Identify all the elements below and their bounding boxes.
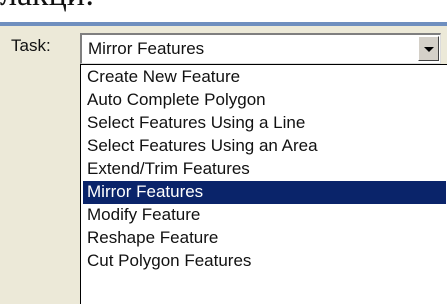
chevron-down-icon: [424, 47, 434, 52]
task-dropdown-list[interactable]: Create New Feature Auto Complete Polygon…: [80, 64, 447, 304]
dropdown-button[interactable]: [418, 36, 439, 61]
task-label: Task:: [11, 36, 51, 55]
toolbar-top-border: [0, 22, 447, 26]
list-item-select-features-using-a-line[interactable]: Select Features Using a Line: [83, 112, 446, 135]
list-item-extend-trim-features[interactable]: Extend/Trim Features: [83, 158, 446, 181]
list-item-cut-polygon-features[interactable]: Cut Polygon Features: [83, 250, 446, 273]
task-select[interactable]: Mirror Features: [80, 33, 441, 64]
list-item-auto-complete-polygon[interactable]: Auto Complete Polygon: [83, 89, 446, 112]
list-item-select-features-using-an-area[interactable]: Select Features Using an Area: [83, 135, 446, 158]
partial-heading-text: лакци:: [0, 0, 94, 12]
list-item-mirror-features[interactable]: Mirror Features: [83, 181, 446, 204]
list-item-create-new-feature[interactable]: Create New Feature: [83, 66, 446, 89]
task-select-value: Mirror Features: [88, 39, 205, 58]
list-item-reshape-feature[interactable]: Reshape Feature: [83, 227, 446, 250]
list-item-modify-feature[interactable]: Modify Feature: [83, 204, 446, 227]
